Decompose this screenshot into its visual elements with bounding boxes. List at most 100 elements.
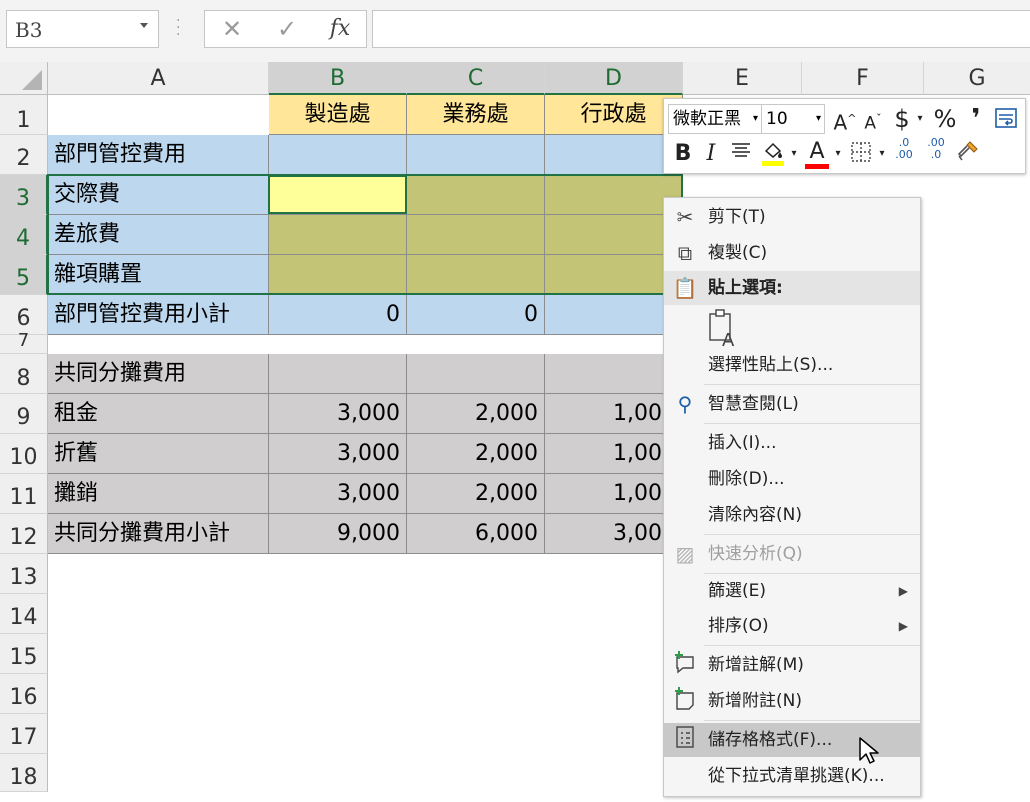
align-center-icon[interactable] (728, 139, 754, 170)
fill-color-icon[interactable] (759, 139, 787, 176)
menu-item-new-note[interactable]: 新增附註(N) (664, 684, 920, 718)
currency-format-button[interactable]: $ (890, 104, 914, 134)
font-color-button[interactable]: A (804, 137, 830, 169)
cell-a10[interactable]: 折舊 (48, 434, 269, 474)
row-header-9[interactable]: 9 (0, 394, 48, 434)
chevron-down-icon[interactable]: ▾ (914, 104, 926, 134)
cell-b9[interactable]: 3,000 (269, 394, 407, 434)
row-header-13[interactable]: 13 (0, 554, 48, 594)
decrease-decimal-icon[interactable]: .00 .0 (922, 137, 950, 161)
cell-c6[interactable]: 0 (407, 295, 545, 335)
column-header-f[interactable]: F (802, 62, 924, 95)
chevron-down-icon[interactable] (140, 23, 148, 28)
cell-a12[interactable]: 共同分攤費用小計 (48, 514, 269, 554)
cell-b11[interactable]: 3,000 (269, 474, 407, 514)
menu-item-label: 新增附註(N) (708, 691, 802, 711)
row-header-6[interactable]: 6 (0, 295, 48, 335)
menu-separator (704, 534, 920, 535)
comma-style-button[interactable]: ❜ (964, 104, 988, 134)
column-header-g[interactable]: G (924, 62, 1030, 95)
menu-item-clear-contents[interactable]: 清除內容(N) (664, 498, 920, 532)
menu-separator (704, 720, 920, 721)
insert-function-button[interactable]: fx (315, 11, 365, 47)
chevron-down-icon[interactable]: ▾ (876, 139, 888, 169)
cell-c11[interactable]: 2,000 (407, 474, 545, 514)
row-header-7[interactable]: 7 (0, 332, 48, 354)
format-painter-icon[interactable] (954, 139, 982, 172)
row-header-10[interactable]: 10 (0, 434, 48, 474)
menu-item-quick-analysis[interactable]: ▨ 快速分析(Q) (664, 537, 920, 571)
cell-b8[interactable] (269, 354, 407, 394)
menu-item-new-comment[interactable]: 新增註解(M) (664, 648, 920, 682)
format-cells-icon (670, 725, 700, 755)
cell-b10[interactable]: 3,000 (269, 434, 407, 474)
cancel-x-icon[interactable]: ✕ (207, 11, 257, 47)
wrap-text-icon[interactable] (994, 106, 1018, 130)
column-header-a[interactable]: A (48, 62, 269, 95)
menu-item-filter[interactable]: 篩選(E) ▶ (664, 574, 920, 608)
menu-item-copy[interactable]: ⧉ 複製(C) (664, 236, 920, 270)
menu-item-delete[interactable]: 刪除(D)... (664, 462, 920, 496)
chevron-down-icon[interactable]: ▾ (832, 139, 844, 169)
italic-button[interactable]: I (700, 139, 722, 169)
cell-a11[interactable]: 攤銷 (48, 474, 269, 514)
column-header-e[interactable]: E (683, 62, 802, 95)
row-header-11[interactable]: 11 (0, 474, 48, 514)
cell-a2[interactable]: 部門管控費用 (48, 135, 269, 175)
cell-c12[interactable]: 6,000 (407, 514, 545, 554)
row-header-12[interactable]: 12 (0, 514, 48, 554)
font-size-value: 10 (766, 109, 788, 129)
font-size-box[interactable]: 10 ▾ (761, 104, 825, 134)
cell-a9[interactable]: 租金 (48, 394, 269, 434)
decrease-font-size-icon[interactable]: Aˇ (860, 104, 886, 139)
increase-decimal-icon[interactable]: .0 .00 (890, 137, 918, 161)
name-box[interactable]: B3 (6, 10, 159, 48)
menu-item-cut[interactable]: ✂ 剪下(T) (664, 200, 920, 234)
menu-item-smart-lookup[interactable]: ⚲ 智慧查閱(L) (664, 387, 920, 421)
percent-style-button[interactable]: % (930, 104, 960, 134)
drag-handle-icon[interactable]: · · · (176, 14, 180, 42)
menu-item-insert[interactable]: 插入(I)... (664, 426, 920, 460)
menu-item-paste-special[interactable]: 選擇性貼上(S)... (664, 348, 920, 382)
select-all-triangle-icon[interactable] (22, 70, 42, 90)
row-header-14[interactable]: 14 (0, 594, 48, 634)
increase-font-size-icon[interactable]: A^ (832, 104, 858, 138)
column-header-b[interactable]: B (269, 62, 407, 95)
scissors-icon: ✂ (676, 205, 694, 229)
cell-b12[interactable]: 9,000 (269, 514, 407, 554)
column-header-c[interactable]: C (407, 62, 545, 95)
bold-button[interactable]: B (672, 139, 694, 169)
row-header-8[interactable]: 8 (0, 354, 48, 394)
row-header-3[interactable]: 3 (0, 175, 48, 215)
menu-item-label: 插入(I)... (708, 433, 777, 453)
enter-check-icon[interactable]: ✓ (262, 11, 312, 47)
cell-c10[interactable]: 2,000 (407, 434, 545, 474)
font-name-box[interactable]: 微軟正黑 ▾ (668, 104, 762, 134)
chevron-down-icon[interactable]: ▾ (788, 139, 800, 169)
cell-b2[interactable] (269, 135, 407, 175)
cell-b1[interactable]: 製造處 (269, 95, 407, 135)
menu-item-sort[interactable]: 排序(O) ▶ (664, 609, 920, 643)
row-header-18[interactable]: 18 (0, 754, 48, 792)
borders-icon[interactable] (848, 141, 874, 172)
cell-b6[interactable]: 0 (269, 295, 407, 335)
row-header-2[interactable]: 2 (0, 135, 48, 175)
cell-a6[interactable]: 部門管控費用小計 (48, 295, 269, 335)
font-color-swatch (805, 164, 829, 169)
cell-c9[interactable]: 2,000 (407, 394, 545, 434)
cell-c2[interactable] (407, 135, 545, 175)
paste-keep-text-icon[interactable]: A (706, 308, 740, 351)
column-header-d[interactable]: D (545, 62, 683, 95)
menu-item-label: 清除內容(N) (708, 505, 802, 525)
cell-c1[interactable]: 業務處 (407, 95, 545, 135)
formula-input[interactable] (372, 10, 1030, 48)
row-header-15[interactable]: 15 (0, 634, 48, 674)
cell-a8[interactable]: 共同分攤費用 (48, 354, 269, 394)
row-header-17[interactable]: 17 (0, 714, 48, 754)
row-header-1[interactable]: 1 (0, 95, 48, 135)
menu-header-paste-options: 📋 貼上選項: (664, 271, 920, 305)
cell-c8[interactable] (407, 354, 545, 394)
row-header-5[interactable]: 5 (0, 255, 48, 295)
row-header-16[interactable]: 16 (0, 674, 48, 714)
row-header-4[interactable]: 4 (0, 215, 48, 255)
